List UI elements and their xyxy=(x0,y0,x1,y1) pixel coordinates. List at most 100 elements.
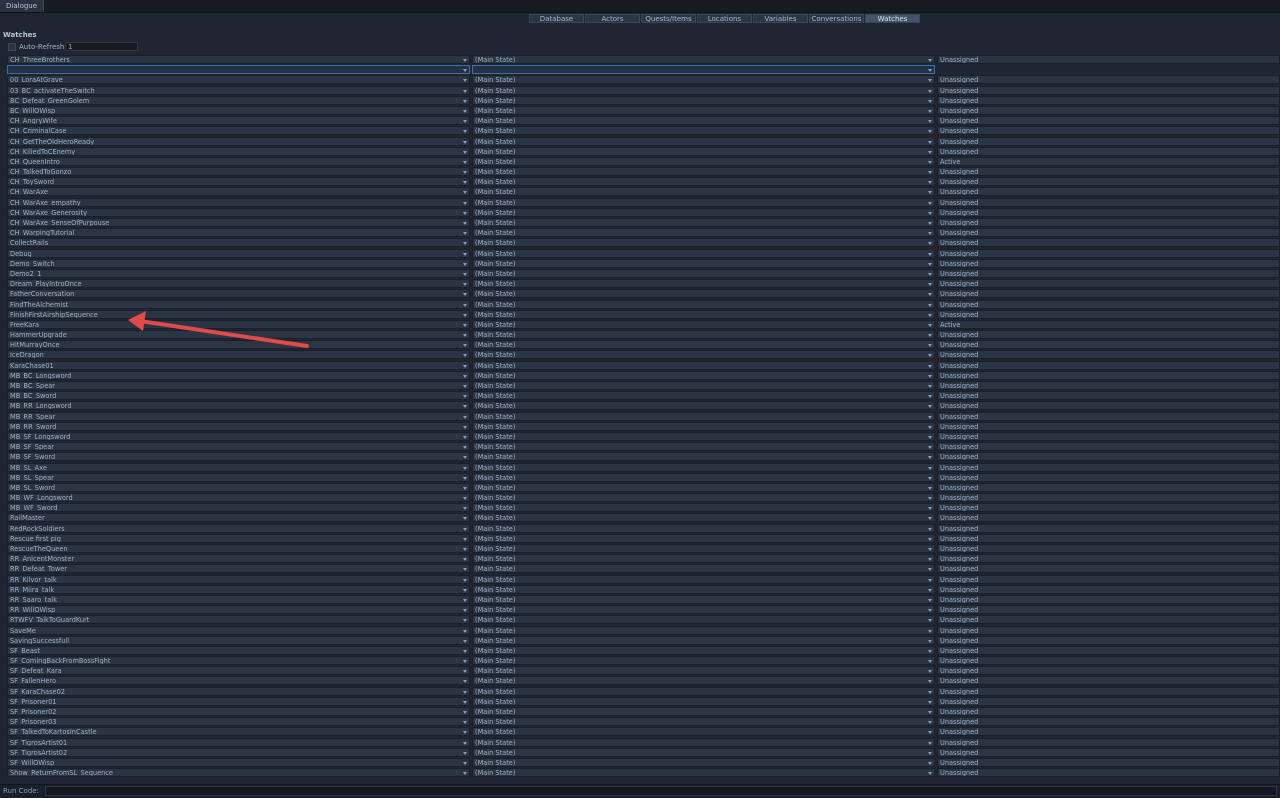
status-field[interactable]: Unassigned xyxy=(937,238,1280,248)
entry-dropdown[interactable]: (Main State) xyxy=(472,167,935,177)
quest-dropdown[interactable]: MB_BC_Longsword xyxy=(7,370,470,380)
quest-dropdown[interactable]: MB_WF_Longsword xyxy=(7,493,470,503)
status-field[interactable]: Unassigned xyxy=(937,747,1280,757)
status-field[interactable]: Unassigned xyxy=(937,503,1280,513)
entry-dropdown[interactable]: (Main State) xyxy=(472,564,935,574)
status-field[interactable]: Unassigned xyxy=(937,75,1280,85)
entry-dropdown[interactable]: (Main State) xyxy=(472,299,935,309)
entry-dropdown[interactable]: (Main State) xyxy=(472,401,935,411)
entry-dropdown[interactable]: (Main State) xyxy=(472,707,935,716)
quest-dropdown[interactable]: FinishFirstAirshipSequence xyxy=(7,309,470,319)
quest-dropdown[interactable]: RailMaster xyxy=(7,513,470,523)
status-field[interactable]: Unassigned xyxy=(937,442,1280,452)
status-field[interactable]: Unassigned xyxy=(937,177,1280,187)
entry-dropdown[interactable]: (Main State) xyxy=(472,279,935,289)
entry-dropdown[interactable]: (Main State) xyxy=(472,55,935,64)
status-field[interactable]: Unassigned xyxy=(937,218,1280,227)
entry-dropdown[interactable]: (Main State) xyxy=(472,431,935,441)
entry-dropdown[interactable]: (Main State) xyxy=(472,75,935,85)
status-field[interactable]: Unassigned xyxy=(937,696,1280,706)
status-field[interactable]: Unassigned xyxy=(937,431,1280,441)
quest-dropdown[interactable]: CH_WarAxe xyxy=(7,187,470,197)
entry-dropdown[interactable]: (Main State) xyxy=(472,238,935,248)
quest-dropdown[interactable]: SF_TalkedToKartosInCastle xyxy=(7,727,470,737)
status-field[interactable]: Unassigned xyxy=(937,391,1280,401)
status-field[interactable]: Unassigned xyxy=(937,401,1280,411)
entry-dropdown[interactable]: (Main State) xyxy=(472,737,935,747)
entry-dropdown[interactable]: (Main State) xyxy=(472,370,935,380)
entry-dropdown[interactable]: (Main State) xyxy=(472,218,935,227)
status-field[interactable]: Unassigned xyxy=(937,594,1280,604)
entry-dropdown[interactable]: (Main State) xyxy=(472,156,935,166)
entry-dropdown[interactable]: (Main State) xyxy=(472,533,935,543)
quest-dropdown[interactable]: SF_Prisoner03 xyxy=(7,717,470,727)
quest-dropdown[interactable]: RR_Kilvor_talk xyxy=(7,574,470,584)
status-field[interactable]: Unassigned xyxy=(937,676,1280,686)
entry-dropdown[interactable]: (Main State) xyxy=(472,319,935,329)
quest-dropdown[interactable]: MB_BC_Spear xyxy=(7,381,470,390)
entry-dropdown[interactable]: (Main State) xyxy=(472,421,935,431)
entry-dropdown[interactable]: (Main State) xyxy=(472,757,935,767)
status-field[interactable]: Unassigned xyxy=(937,574,1280,584)
entry-dropdown[interactable]: (Main State) xyxy=(472,228,935,238)
quest-dropdown[interactable]: Demo2_1 xyxy=(7,268,470,278)
status-field[interactable]: Unassigned xyxy=(937,768,1280,778)
tab-database[interactable]: Database xyxy=(529,14,584,23)
entry-dropdown[interactable]: (Main State) xyxy=(472,472,935,482)
quest-dropdown[interactable]: MB_SL_Axe xyxy=(7,462,470,472)
run-code-input[interactable] xyxy=(45,786,1277,796)
quest-dropdown[interactable]: MB_SF_Spear xyxy=(7,442,470,452)
entry-dropdown[interactable]: (Main State) xyxy=(472,340,935,350)
quest-dropdown[interactable]: CH_WarAxe_empathy xyxy=(7,197,470,207)
tab-quests-items[interactable]: Quests/Items xyxy=(641,14,696,23)
entry-dropdown[interactable]: (Main State) xyxy=(472,126,935,136)
quest-dropdown[interactable]: MB_SL_Sword xyxy=(7,482,470,492)
status-field[interactable]: Unassigned xyxy=(937,666,1280,676)
quest-dropdown[interactable]: Show_ReturnFromSL_Sequence xyxy=(7,768,470,778)
quest-dropdown[interactable]: IceDragon xyxy=(7,350,470,360)
entry-dropdown[interactable]: (Main State) xyxy=(472,411,935,421)
entry-dropdown[interactable]: (Main State) xyxy=(472,95,935,105)
entry-dropdown[interactable]: (Main State) xyxy=(472,574,935,584)
quest-dropdown[interactable]: MB_SF_Sword xyxy=(7,452,470,462)
entry-dropdown[interactable]: (Main State) xyxy=(472,85,935,95)
status-field[interactable]: Unassigned xyxy=(937,105,1280,115)
quest-dropdown[interactable]: CH_CriminalCase xyxy=(7,126,470,136)
entry-dropdown[interactable]: (Main State) xyxy=(472,523,935,533)
entry-dropdown[interactable]: (Main State) xyxy=(472,248,935,258)
quest-dropdown[interactable]: CH_KilledToCEnemy xyxy=(7,146,470,156)
quest-dropdown[interactable]: RTWFV_TalkToGuardKurt xyxy=(7,615,470,625)
status-field[interactable]: Unassigned xyxy=(937,737,1280,747)
status-field[interactable]: Unassigned xyxy=(937,136,1280,146)
quest-dropdown[interactable]: 03_BC_activateTheSwitch xyxy=(7,85,470,95)
quest-dropdown[interactable]: HammerUpgrade xyxy=(7,330,470,340)
status-field[interactable]: Unassigned xyxy=(937,370,1280,380)
entry-dropdown[interactable] xyxy=(472,65,935,75)
quest-dropdown[interactable]: Rescue first pig xyxy=(7,533,470,543)
status-field[interactable]: Unassigned xyxy=(937,727,1280,737)
entry-dropdown[interactable]: (Main State) xyxy=(472,330,935,340)
entry-dropdown[interactable]: (Main State) xyxy=(472,615,935,625)
quest-dropdown[interactable]: SF_ComingBackFromBossFight xyxy=(7,656,470,666)
entry-dropdown[interactable]: (Main State) xyxy=(472,503,935,513)
quest-dropdown[interactable]: SF_Prisoner01 xyxy=(7,696,470,706)
status-field[interactable]: Unassigned xyxy=(937,116,1280,126)
quest-dropdown[interactable]: RR_AnicentMonster xyxy=(7,554,470,564)
entry-dropdown[interactable]: (Main State) xyxy=(472,268,935,278)
window-tab-dialogue[interactable]: Dialogue xyxy=(0,0,45,12)
quest-dropdown[interactable]: RR_WillOWisp xyxy=(7,605,470,615)
quest-dropdown[interactable]: CH_AngryWife xyxy=(7,116,470,126)
status-field[interactable]: Unassigned xyxy=(937,635,1280,645)
quest-dropdown[interactable]: CH_TalkedToGonzo xyxy=(7,167,470,177)
quest-dropdown[interactable]: SF_FallenHero xyxy=(7,676,470,686)
entry-dropdown[interactable]: (Main State) xyxy=(472,625,935,635)
status-field[interactable]: Unassigned xyxy=(937,381,1280,390)
entry-dropdown[interactable]: (Main State) xyxy=(472,727,935,737)
status-field[interactable]: Unassigned xyxy=(937,421,1280,431)
entry-dropdown[interactable]: (Main State) xyxy=(472,482,935,492)
status-field[interactable]: Unassigned xyxy=(937,554,1280,564)
entry-dropdown[interactable]: (Main State) xyxy=(472,594,935,604)
quest-dropdown[interactable]: SF_TigrosArtist01 xyxy=(7,737,470,747)
entry-dropdown[interactable]: (Main State) xyxy=(472,493,935,503)
entry-dropdown[interactable]: (Main State) xyxy=(472,605,935,615)
